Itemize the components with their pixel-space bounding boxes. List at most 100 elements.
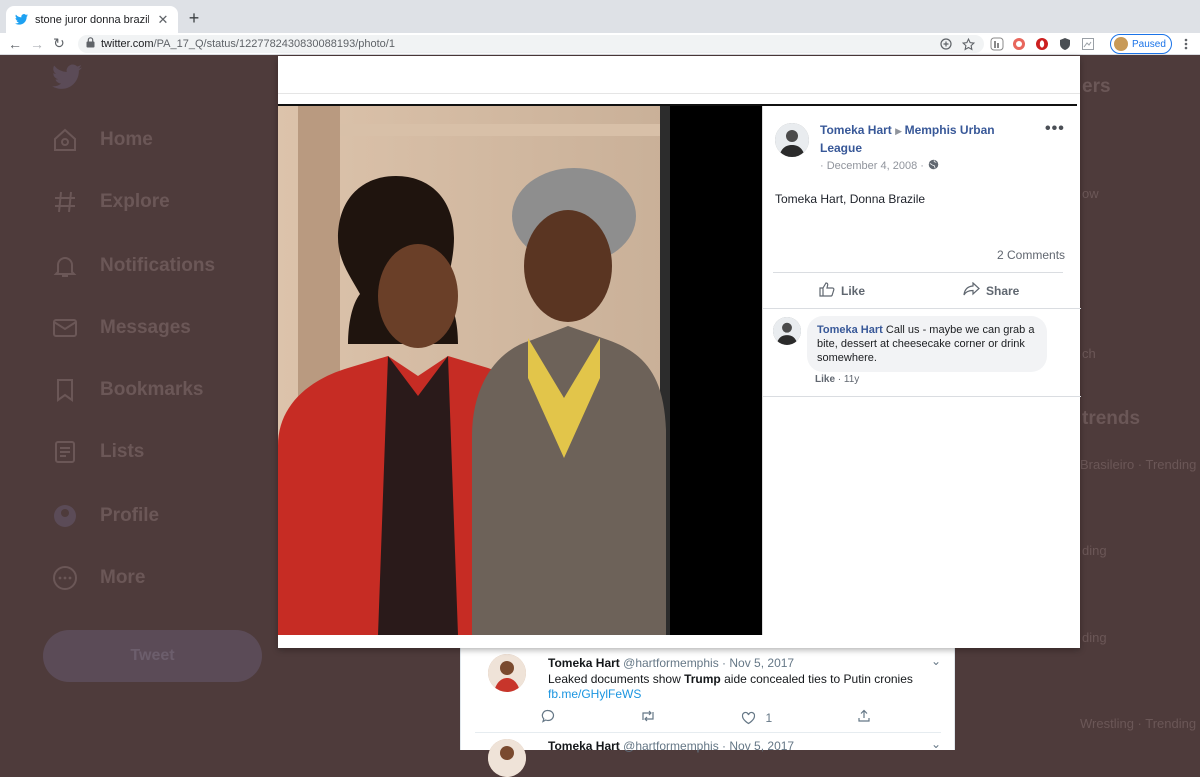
avatar[interactable] <box>488 654 526 692</box>
thumbs-up-icon <box>819 282 835 300</box>
twitter-bird-icon <box>14 13 28 27</box>
tweet-text: Leaked documents show Trump aide conceal… <box>548 672 913 686</box>
trend-item-fragment[interactable]: ding <box>1082 543 1107 558</box>
back-arrow-icon[interactable]: ← <box>4 33 26 55</box>
extension-5-icon[interactable] <box>1080 36 1096 52</box>
like-button[interactable]: Like <box>819 282 865 300</box>
envelope-icon <box>52 315 78 341</box>
extension-1-icon[interactable] <box>989 36 1005 52</box>
add-circle-icon[interactable] <box>938 36 954 52</box>
home-icon <box>52 127 78 153</box>
hashtag-icon <box>52 189 78 215</box>
comment-like-link[interactable]: Like <box>815 374 835 385</box>
tweet-handle[interactable]: @hartformemphis <box>623 656 719 670</box>
tweet-author-name[interactable]: Tomeka Hart <box>548 656 620 670</box>
avatar[interactable] <box>488 739 526 777</box>
bell-icon <box>52 253 78 279</box>
profile-icon <box>52 503 78 529</box>
post-caption: Tomeka Hart, Donna Brazile <box>775 192 926 206</box>
list-icon <box>52 439 78 465</box>
forward-arrow-icon[interactable]: → <box>26 33 48 55</box>
avatar <box>1114 37 1128 51</box>
chevron-down-icon[interactable]: ⌄ <box>931 737 941 751</box>
extension-3-icon[interactable] <box>1034 36 1050 52</box>
tweet-handle[interactable]: @hartformemphis <box>623 739 719 753</box>
sidebar-item-label: Notifications <box>100 255 216 276</box>
bookmark-star-icon[interactable] <box>960 36 976 52</box>
share-arrow-icon <box>963 281 980 299</box>
sidebar-item-bookmarks[interactable]: Bookmarks <box>52 374 204 406</box>
facebook-post-panel: Tomeka Hart ▶ Memphis Urban League · Dec… <box>762 106 1081 635</box>
sidebar-item-notifications[interactable]: Notifications <box>52 250 215 282</box>
trend-item-fragment[interactable]: Brasileiro · Trending <box>1080 457 1196 472</box>
sidebar-item-home[interactable]: Home <box>52 124 153 156</box>
globe-icon <box>928 159 939 173</box>
tweet-link[interactable]: fb.me/GHylFeWS <box>548 687 641 702</box>
extension-2-icon[interactable] <box>1011 36 1027 52</box>
tweet-actions: 1 <box>541 709 871 726</box>
comment-time[interactable]: 11y <box>844 374 859 385</box>
lock-icon <box>86 35 95 53</box>
comment-author-link[interactable]: Tomeka Hart <box>817 324 883 336</box>
post-date[interactable]: · December 4, 2008 · <box>820 160 924 172</box>
share-button[interactable]: Share <box>963 281 1020 299</box>
sidebar-item-label: Explore <box>100 191 170 212</box>
sidebar-item-label: Messages <box>100 317 191 338</box>
close-tab-icon[interactable]: ✕ <box>156 12 170 28</box>
tweet-button[interactable]: Tweet <box>43 630 262 682</box>
avatar[interactable] <box>775 123 809 157</box>
share-icon[interactable] <box>857 709 871 726</box>
triangle-right-icon: ▶ <box>895 126 905 136</box>
tweet-author-name[interactable]: Tomeka Hart <box>548 739 620 753</box>
right-fragment: ch <box>1082 346 1096 361</box>
trends-heading-fragment: trends <box>1082 408 1141 429</box>
like-button[interactable]: 1 <box>741 709 772 726</box>
sidebar-item-label: Home <box>100 129 153 150</box>
browser-toolbar: ← → ↻ twitter.com/PA_17_Q/status/1227782… <box>0 33 1200 55</box>
share-label: Share <box>986 283 1020 298</box>
address-bar[interactable]: twitter.com/PA_17_Q/status/1227782430830… <box>78 35 984 53</box>
comments-count-link[interactable]: 2 Comments <box>997 248 1065 262</box>
sidebar-item-profile[interactable]: Profile <box>52 500 159 532</box>
sidebar-item-more[interactable]: More <box>52 562 145 594</box>
photo-letterbox <box>670 106 762 635</box>
post-author-header: Tomeka Hart ▶ Memphis Urban League <box>820 122 1020 157</box>
tab-title: stone juror donna brazile - Twitt <box>35 13 149 26</box>
paused-label: Paused <box>1132 38 1166 50</box>
trend-item-fragment[interactable]: ding <box>1082 630 1107 645</box>
avatar[interactable] <box>773 317 801 345</box>
chevron-down-icon[interactable]: ⌄ <box>931 654 941 668</box>
reply-icon[interactable] <box>541 709 555 726</box>
comment-bubble: Tomeka Hart Call us - maybe we can grab … <box>807 316 1047 372</box>
kebab-menu-icon[interactable] <box>1178 36 1194 52</box>
shield-extension-icon[interactable] <box>1057 36 1073 52</box>
retweet-icon[interactable] <box>640 709 656 726</box>
browser-tab-strip: stone juror donna brazile - Twitt ✕ + <box>0 0 1200 33</box>
divider <box>763 396 1081 397</box>
sidebar-item-explore[interactable]: Explore <box>52 186 170 218</box>
browser-tab[interactable]: stone juror donna brazile - Twitt ✕ <box>6 6 178 33</box>
right-fragment: ow <box>1082 186 1099 201</box>
tweet[interactable]: Tomeka Hart @hartformemphis · Nov 5, 201… <box>475 737 941 777</box>
photo-viewer: Tomeka Hart ▶ Memphis Urban League · Dec… <box>278 56 1081 648</box>
sidebar-item-lists[interactable]: Lists <box>52 436 144 468</box>
like-label: Like <box>841 284 866 298</box>
twitter-logo-icon[interactable] <box>52 64 84 94</box>
sidebar-item-label: Profile <box>100 505 160 526</box>
post-author-link[interactable]: Tomeka Hart <box>820 123 892 137</box>
divider <box>763 308 1081 309</box>
right-heading-fragment: ers <box>1082 76 1111 97</box>
divider <box>278 93 1080 94</box>
tweet-date[interactable]: · Nov 5, 2017 <box>722 739 794 753</box>
sidebar-item-messages[interactable]: Messages <box>52 312 191 344</box>
sidebar-item-label: Bookmarks <box>100 379 204 400</box>
trend-item-fragment[interactable]: Wrestling · Trending <box>1080 716 1196 731</box>
photo-image[interactable] <box>278 106 670 635</box>
new-tab-button[interactable]: + <box>184 8 204 28</box>
more-circle-icon <box>52 565 78 591</box>
reload-icon[interactable]: ↻ <box>48 33 70 55</box>
tweet-date[interactable]: · Nov 5, 2017 <box>722 656 794 670</box>
sidebar-item-label: Lists <box>100 441 145 462</box>
post-options-icon[interactable]: ••• <box>1045 120 1065 138</box>
profile-paused-button[interactable]: Paused <box>1110 34 1172 54</box>
